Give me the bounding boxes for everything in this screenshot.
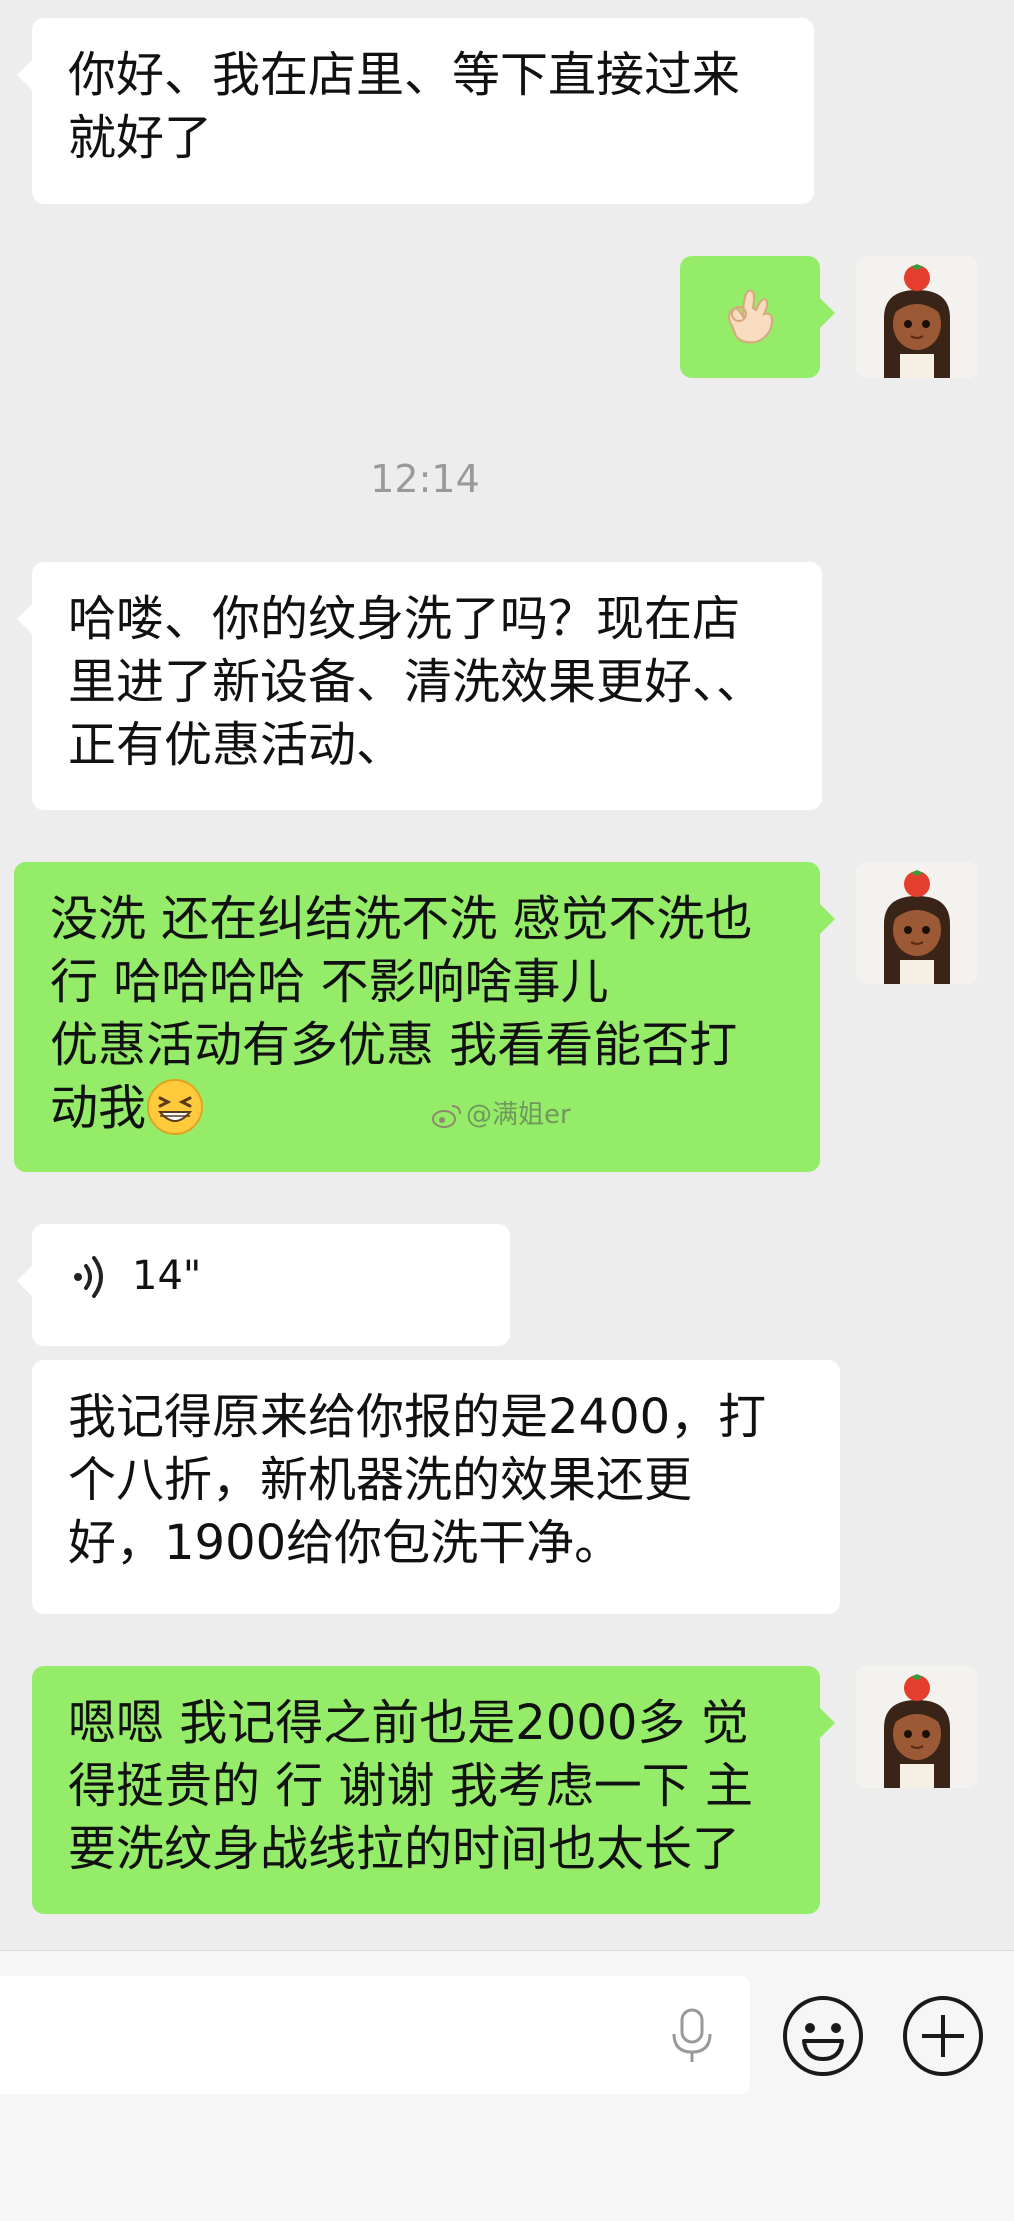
message-text: 里进了新设备、清洗效果更好、、: [68, 654, 765, 710]
message-input[interactable]: [0, 1976, 750, 2094]
message-text: 个八折，新机器洗的效果还更: [68, 1452, 693, 1508]
message-text: 正有优惠活动、: [68, 717, 405, 773]
message-text: 行 哈哈哈哈 不影响啥事儿: [50, 954, 609, 1010]
voice-duration: 14": [132, 1253, 202, 1299]
incoming-message-bubble[interactable]: 我记得原来给你报的是2400，打 个八折，新机器洗的效果还更 好，1900给你包…: [32, 1360, 840, 1614]
weibo-logo-icon: [432, 1105, 461, 1128]
message-text: 没洗 还在纠结洗不洗 感觉不洗也: [50, 891, 753, 947]
outgoing-message-bubble[interactable]: [680, 256, 835, 378]
timestamp: 12:14: [370, 457, 480, 501]
incoming-message-bubble[interactable]: 哈喽、你的纹身洗了吗？现在店 里进了新设备、清洗效果更好、、 正有优惠活动、: [17, 562, 822, 810]
plus-icon[interactable]: [902, 1995, 984, 2077]
outgoing-message-bubble[interactable]: 没洗 还在纠结洗不洗 感觉不洗也 行 哈哈哈哈 不影响啥事儿 优惠活动有多优惠 …: [14, 862, 835, 1172]
message-text: 我记得原来给你报的是2400，打: [68, 1389, 767, 1445]
input-bar: [0, 1950, 1014, 2221]
avatar[interactable]: [856, 862, 978, 984]
message-text: 得挺贵的 行 谢谢 我考虑一下 主: [68, 1758, 754, 1814]
avatar[interactable]: [856, 1666, 978, 1788]
message-text: 要洗纹身战线拉的时间也太长了: [68, 1821, 741, 1877]
voice-message-bubble[interactable]: 14": [17, 1224, 510, 1346]
watermark: @满姐er: [432, 1094, 571, 1131]
outgoing-message-bubble[interactable]: 嗯嗯 我记得之前也是2000多 觉 得挺贵的 行 谢谢 我考虑一下 主 要洗纹身…: [32, 1666, 835, 1914]
voice-wave-icon: [74, 1256, 103, 1298]
message-text: 好，1900给你包洗干净。: [68, 1515, 623, 1571]
ok-hand-emoji-icon: [728, 289, 774, 344]
avatar-girl-icon: [856, 862, 978, 984]
avatar[interactable]: [856, 256, 978, 378]
grinning-squint-face-icon: [147, 1079, 204, 1135]
message-text: 哈喽、你的纹身洗了吗？现在店: [68, 591, 741, 647]
emoji-icon[interactable]: [782, 1995, 864, 2077]
avatar-girl-icon: [856, 256, 978, 378]
microphone-icon[interactable]: [670, 2008, 714, 2064]
watermark-text: @满姐er: [466, 1100, 571, 1130]
message-text: 动我: [50, 1080, 147, 1136]
message-text: 优惠活动有多优惠 我看看能否打: [50, 1017, 738, 1073]
incoming-message-bubble[interactable]: 你好、我在店里、等下直接过来 就好了: [17, 18, 814, 204]
message-text: 嗯嗯 我记得之前也是2000多 觉: [68, 1695, 749, 1751]
message-line-with-emoji: 动我: [50, 1077, 784, 1140]
message-text: 就好了: [68, 110, 213, 166]
message-text: 你好、我在店里、等下直接过来: [68, 47, 741, 103]
avatar-girl-icon: [856, 1666, 978, 1788]
